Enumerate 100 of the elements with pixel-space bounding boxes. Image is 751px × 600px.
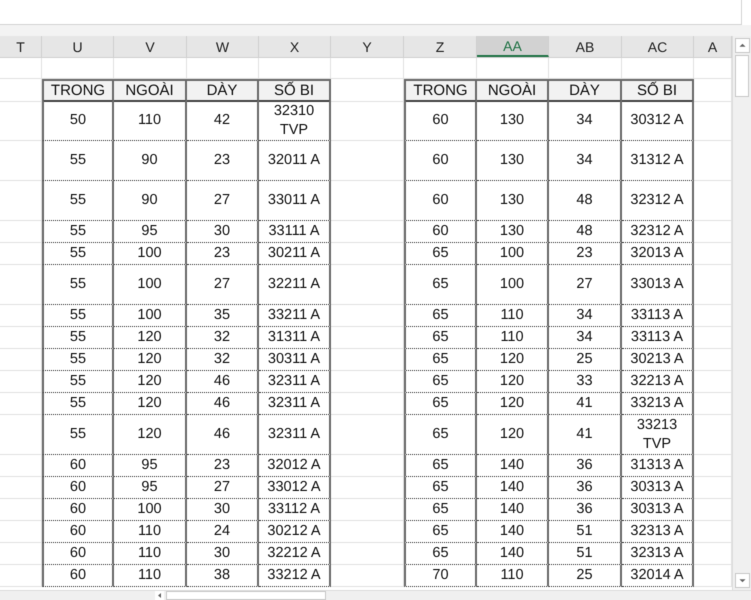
grid-cell[interactable] <box>0 305 42 327</box>
table-cell: 36 <box>549 455 622 477</box>
table-cell: 100 <box>114 243 187 265</box>
grid-cell[interactable] <box>331 477 404 499</box>
grid-cell[interactable] <box>331 393 404 415</box>
table-cell: 110 <box>114 101 187 141</box>
grid-cell[interactable] <box>331 265 404 305</box>
table-cell: 33211 A <box>259 305 331 327</box>
grid-cell[interactable] <box>0 101 42 141</box>
table-cell: 32313 A <box>622 543 694 565</box>
table-cell: 41 <box>549 415 622 455</box>
grid-cell[interactable] <box>331 243 404 265</box>
table-cell: 95 <box>114 455 187 477</box>
table-cell: 32311 A <box>259 371 331 393</box>
column-header: DÀY <box>549 79 622 102</box>
table-cell: 30213 A <box>622 349 694 371</box>
table-cell: 110 <box>114 543 187 565</box>
grid-cell[interactable] <box>0 243 42 265</box>
grid-cell[interactable] <box>0 141 42 181</box>
scroll-thumb[interactable] <box>166 591 326 600</box>
grid-cell[interactable] <box>0 565 42 587</box>
grid-cell[interactable] <box>0 371 42 393</box>
table-cell: 27 <box>549 265 622 305</box>
grid-cell[interactable] <box>0 221 42 243</box>
grid-cell[interactable] <box>331 499 404 521</box>
table-cell: 32 <box>187 327 259 349</box>
table-cell: 60 <box>42 543 114 565</box>
table-cell: 36 <box>549 499 622 521</box>
grid-cell[interactable] <box>331 371 404 393</box>
table-cell: 130 <box>477 181 549 221</box>
grid-cell[interactable] <box>0 415 42 455</box>
table-cell: 110 <box>477 565 549 587</box>
horizontal-scrollbar[interactable] <box>0 590 751 600</box>
grid-cell[interactable] <box>0 349 42 371</box>
grid-cell[interactable] <box>0 499 42 521</box>
grid-cell[interactable] <box>331 565 404 587</box>
grid-cell[interactable] <box>0 327 42 349</box>
grid-cell[interactable] <box>331 415 404 455</box>
scroll-thumb[interactable] <box>735 55 749 97</box>
grid-cell[interactable] <box>0 58 42 79</box>
table-cell: 33113 A <box>622 327 694 349</box>
table-cell: 140 <box>477 477 549 499</box>
table-cell: 140 <box>477 521 549 543</box>
table-cell: 23 <box>187 243 259 265</box>
table-cell: 55 <box>42 415 114 455</box>
column-header: TRONG <box>42 79 114 102</box>
grid-cell[interactable] <box>331 521 404 543</box>
table-cell: 33011 A <box>259 181 331 221</box>
vertical-scrollbar[interactable] <box>732 36 751 590</box>
scroll-left-icon[interactable] <box>155 591 164 600</box>
table-cell: 23 <box>187 455 259 477</box>
grid-cell[interactable] <box>331 327 404 349</box>
grid-cell[interactable] <box>0 265 42 305</box>
grid-cell[interactable] <box>331 141 404 181</box>
table-cell: 100 <box>477 243 549 265</box>
table-cell: 55 <box>42 265 114 305</box>
table-cell: 60 <box>42 565 114 587</box>
table-cell: 65 <box>404 455 477 477</box>
table-cell: 95 <box>114 477 187 499</box>
grid-cell[interactable] <box>0 477 42 499</box>
table-cell: 140 <box>477 455 549 477</box>
grid-cell[interactable] <box>0 521 42 543</box>
column-letter[interactable]: AA <box>477 36 549 57</box>
table-cell: 65 <box>404 305 477 327</box>
table-cell: 34 <box>549 101 622 141</box>
table-cell: 60 <box>42 521 114 543</box>
scroll-down-icon[interactable] <box>734 573 750 588</box>
table-cell: 33113 A <box>622 305 694 327</box>
table-cell: 30313 A <box>622 477 694 499</box>
grid-cell[interactable] <box>331 349 404 371</box>
scroll-up-icon[interactable] <box>734 38 750 53</box>
table-cell: 110 <box>477 327 549 349</box>
grid-cell[interactable] <box>331 543 404 565</box>
grid-cell[interactable] <box>331 455 404 477</box>
grid-cell[interactable] <box>0 543 42 565</box>
table-cell: 120 <box>114 349 187 371</box>
table-cell: 25 <box>549 349 622 371</box>
grid-cell[interactable] <box>331 58 404 79</box>
grid-cell[interactable] <box>331 305 404 327</box>
table-cell: 90 <box>114 141 187 181</box>
table-cell: 36 <box>549 477 622 499</box>
grid-cell[interactable] <box>0 393 42 415</box>
grid-cell[interactable] <box>331 221 404 243</box>
table-cell: 65 <box>404 499 477 521</box>
table-cell: 65 <box>404 349 477 371</box>
table-cell: 60 <box>42 499 114 521</box>
table-cell: 120 <box>114 327 187 349</box>
table-cell: 65 <box>404 327 477 349</box>
grid-cell[interactable] <box>331 181 404 221</box>
grid-cell[interactable] <box>0 181 42 221</box>
table-cell: 140 <box>477 499 549 521</box>
table-cell: 32013 A <box>622 243 694 265</box>
table-cell: 33213 TVP <box>622 415 694 455</box>
grid-cell[interactable] <box>0 455 42 477</box>
table-cell: 32211 A <box>259 265 331 305</box>
formula-bar[interactable] <box>0 0 742 25</box>
grid-cell[interactable] <box>331 101 404 141</box>
table-cell: 23 <box>187 141 259 181</box>
table-cell: 70 <box>404 565 477 587</box>
column-header: NGOÀI <box>114 79 187 102</box>
